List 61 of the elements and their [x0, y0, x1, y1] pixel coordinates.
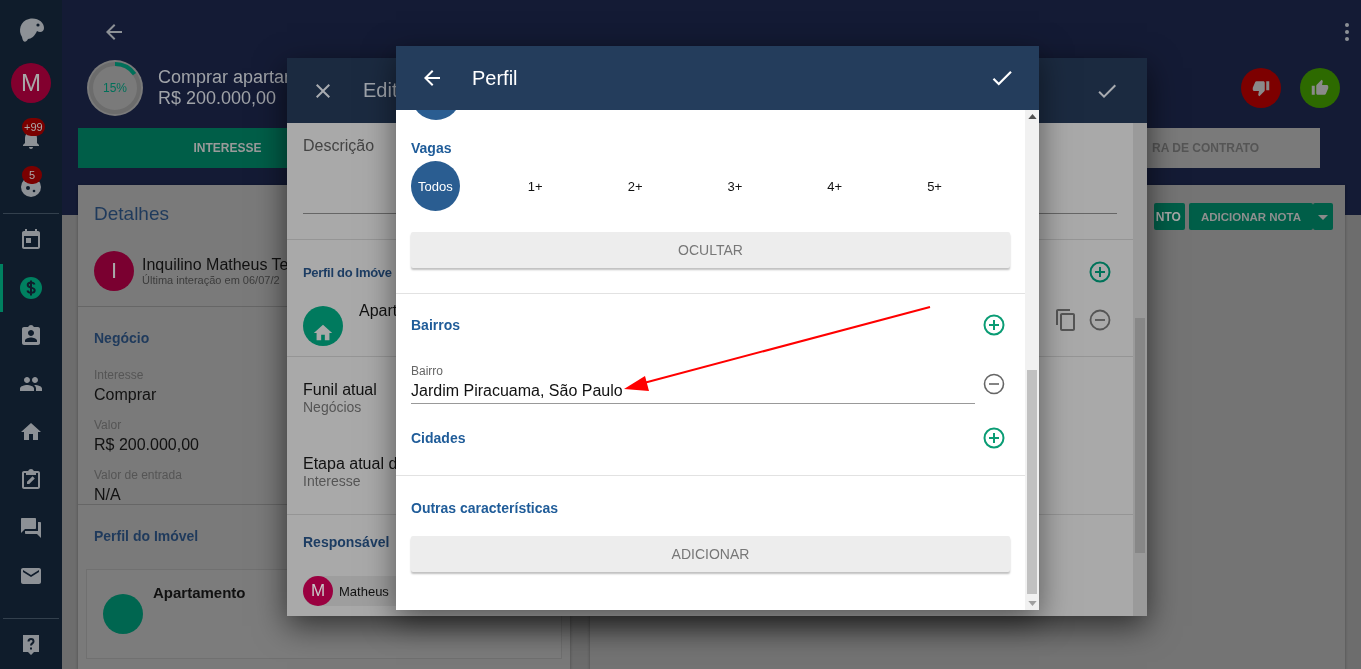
add-circle-icon[interactable] [982, 426, 1006, 450]
remove-circle-icon[interactable] [1088, 308, 1112, 332]
section-title: Outras características [411, 500, 559, 516]
calendar-icon [19, 228, 43, 252]
dialog-title: Edit [363, 79, 398, 102]
add-circle-icon[interactable] [1088, 260, 1112, 284]
add-circle-icon[interactable] [982, 313, 1006, 337]
owner-avatar: M [303, 576, 333, 606]
section-title: Responsável [303, 534, 390, 550]
thumbs-up-button[interactable] [1300, 68, 1340, 108]
field-value: N/A [94, 486, 121, 504]
last-interaction: Última interação em 06/07/2 [142, 274, 280, 286]
dollar-icon [19, 276, 43, 300]
contact-avatar: I [94, 251, 134, 291]
add-button[interactable]: ADICIONAR [411, 536, 1010, 572]
owner-name: Matheus [339, 583, 389, 599]
clipboard-edit-icon [19, 468, 43, 492]
user-avatar[interactable]: M [11, 63, 51, 103]
option-button[interactable]: 5+ [910, 161, 959, 211]
field-label: Descrição [303, 137, 375, 154]
field-label: Bairro [411, 364, 443, 378]
sidebar-item[interactable]: 5 [0, 163, 62, 211]
scroll-up-icon[interactable] [1027, 114, 1037, 119]
field-value: Jardim Piracuama, São Paulo [411, 382, 623, 400]
thumbs-up-icon [1311, 79, 1329, 97]
field-label: Etapa atual d [303, 455, 398, 473]
contact-name: Inquilino Matheus Te [142, 256, 289, 274]
section-title: Vagas [411, 140, 452, 156]
option-button[interactable]: 1+ [510, 161, 560, 211]
count-badge: +99 [22, 118, 45, 136]
progress-label: 15% [103, 81, 127, 95]
section-title: Perfil do Imóve [303, 264, 392, 280]
sidebar-item[interactable]: +99 [0, 115, 62, 163]
scrollbar[interactable] [1133, 123, 1147, 616]
deal-value: R$ 200.000,00 [158, 88, 277, 109]
chat-icon [19, 516, 43, 540]
section-title: Bairros [411, 317, 461, 333]
count-badge: 5 [22, 166, 42, 184]
field-label: Funil atual [303, 381, 377, 399]
hide-button[interactable]: OCULTAR [411, 232, 1010, 268]
field-value: Interesse [303, 473, 361, 489]
option-button[interactable]: Todos [411, 161, 460, 211]
option-button[interactable]: 4+ [810, 161, 860, 211]
thumbs-down-button[interactable] [1241, 68, 1281, 108]
section-title: Negócio [94, 330, 150, 346]
dialog-title: Perfil [472, 66, 518, 90]
property-name: Apart [359, 302, 398, 320]
option-button[interactable]: 2+ [610, 161, 660, 211]
property-name: Apartamento [153, 584, 246, 601]
scrollbar[interactable] [1025, 110, 1039, 610]
id-badge-icon [19, 324, 43, 348]
deal-title: Comprar apartar [158, 67, 291, 88]
thumbs-down-icon [1252, 79, 1270, 97]
section-title: Cidades [411, 430, 466, 446]
copy-icon[interactable] [1054, 308, 1078, 332]
caret-icon [1318, 214, 1328, 221]
section-title: Perfil do Imóvel [94, 528, 199, 544]
option-button[interactable]: 3+ [710, 161, 760, 211]
card-title: Detalhes [94, 203, 170, 225]
action-button[interactable]: NTO [1153, 203, 1185, 230]
remove-circle-icon[interactable] [982, 372, 1006, 396]
